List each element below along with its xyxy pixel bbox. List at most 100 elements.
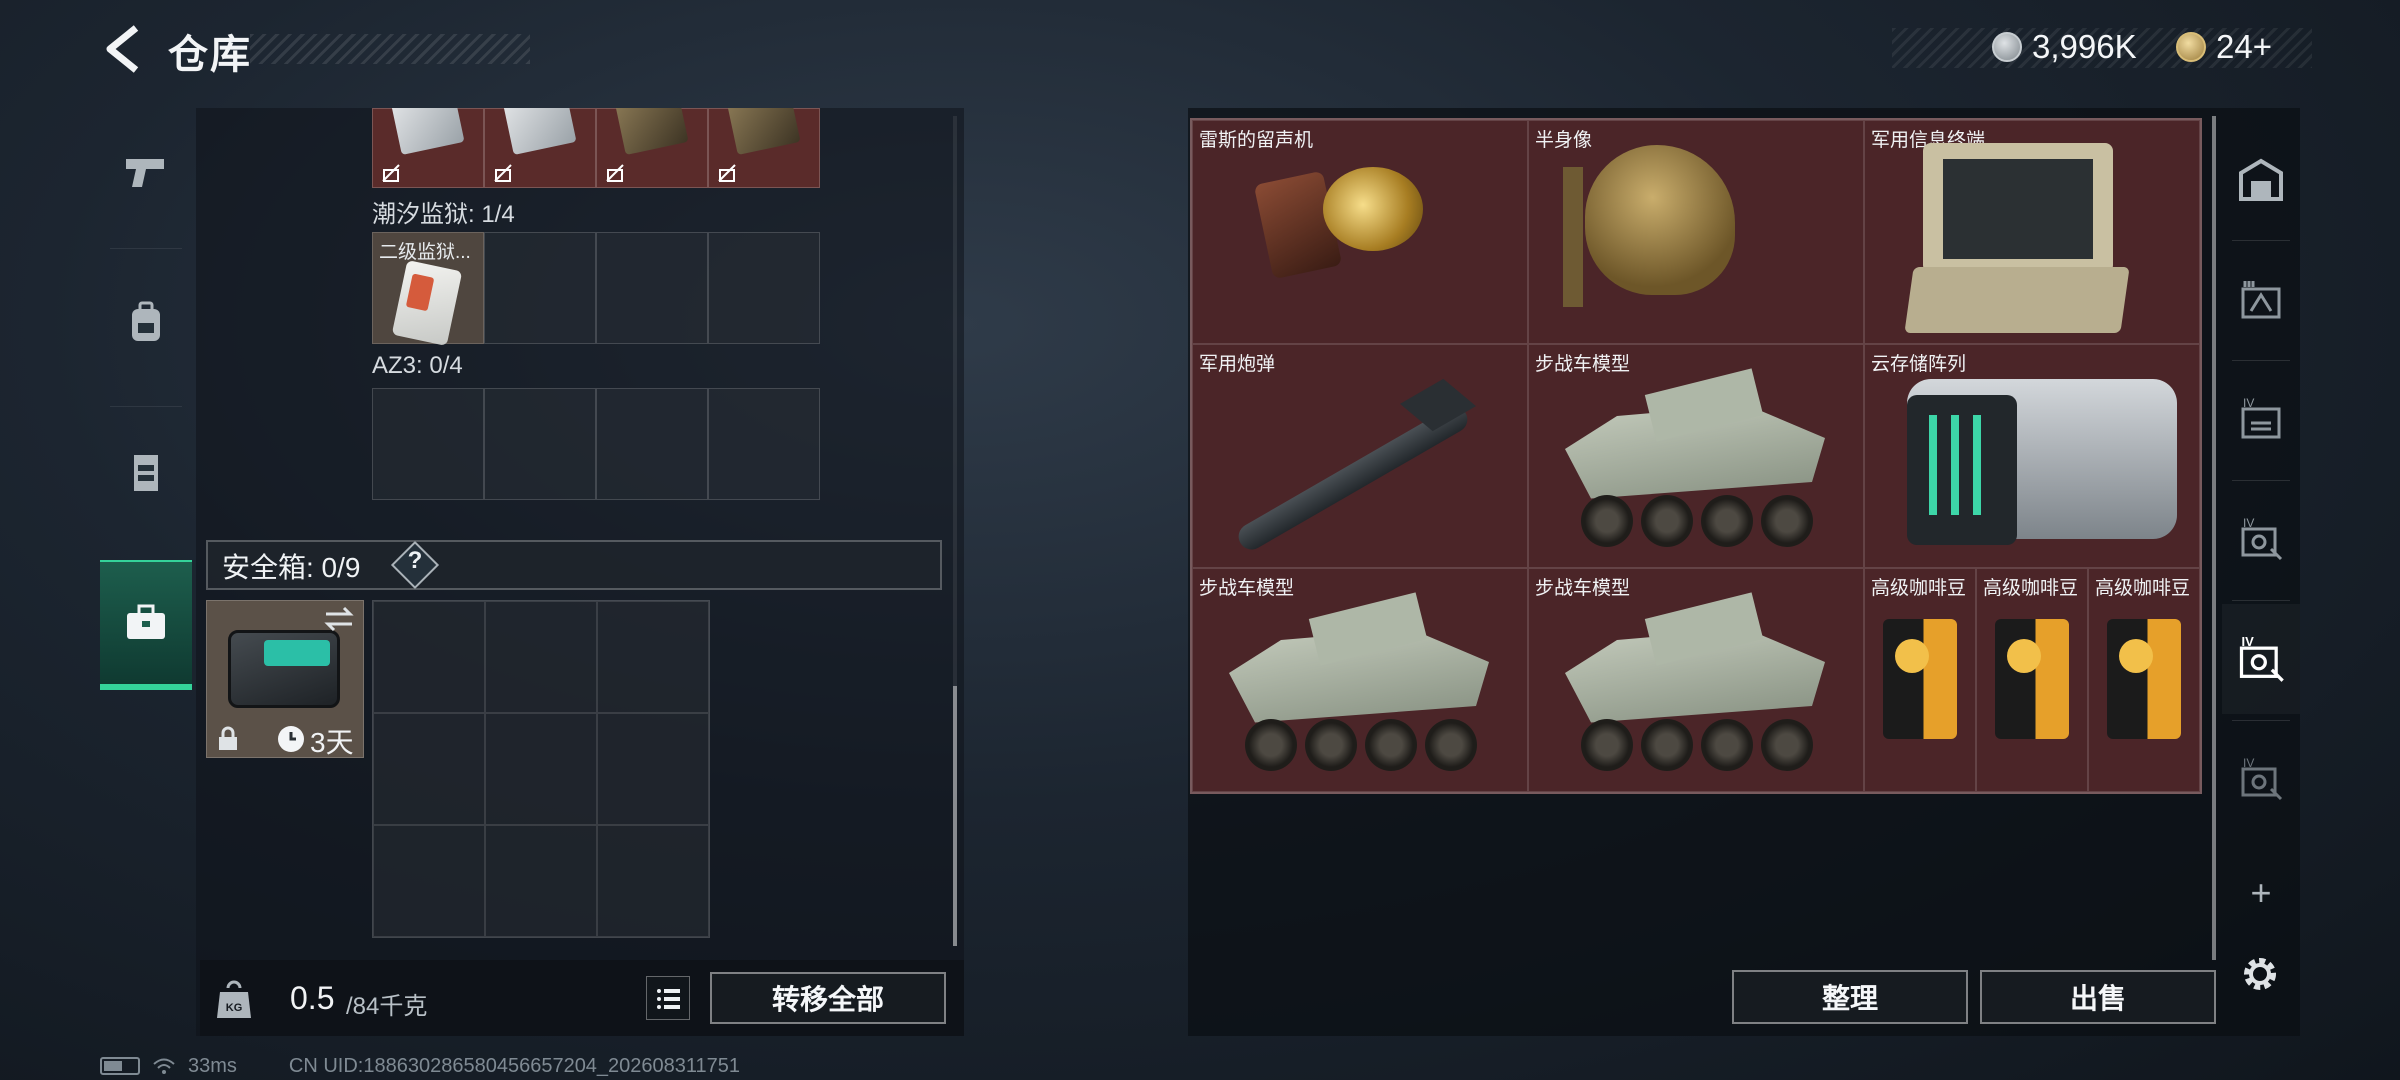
stash-item-bust[interactable]: 半身像 — [1528, 120, 1864, 344]
server-front — [1907, 395, 2017, 545]
gear-icon[interactable] — [2236, 950, 2284, 998]
stash-vault-icon — [2239, 158, 2283, 201]
gem-icon — [2176, 32, 2206, 62]
empty-slot[interactable] — [484, 232, 596, 344]
item-name: 高级咖啡豆 — [1871, 578, 1967, 599]
safebox-duration: 3天 — [310, 727, 354, 758]
title-stripe — [250, 34, 530, 64]
empty-slot[interactable] — [484, 388, 596, 500]
item-name: 步战车模型 — [1535, 578, 1631, 599]
ping: 33ms — [188, 1054, 237, 1077]
swap-icon[interactable] — [322, 606, 356, 632]
no-sell-icon — [382, 164, 400, 182]
item-name: 步战车模型 — [1535, 354, 1631, 375]
keycard-slot[interactable] — [372, 108, 484, 188]
stash-tab-3[interactable] — [2222, 244, 2300, 354]
item-name: 雷斯的留声机 — [1199, 130, 1314, 151]
gem-balance[interactable]: 24+ — [2216, 28, 2272, 66]
empty-slot[interactable] — [485, 825, 597, 937]
coin-balance: 3,996K — [2032, 28, 2137, 65]
svg-text:IV: IV — [2243, 756, 2254, 770]
empty-slot[interactable] — [708, 388, 820, 500]
battery-icon — [100, 1057, 140, 1075]
stash-item-ifv[interactable]: 步战车模型 — [1192, 568, 1528, 792]
stash-item-coffee[interactable]: 高级咖啡豆 — [1976, 568, 2088, 792]
list-view-button[interactable] — [646, 976, 690, 1020]
crate-4c-icon: IV — [2241, 756, 2283, 801]
stash-item-ifv[interactable]: 步战车模型 — [1528, 568, 1864, 792]
empty-slot[interactable] — [373, 601, 485, 713]
svg-text:IV: IV — [2243, 516, 2254, 530]
nav-weapons[interactable] — [100, 108, 192, 238]
svg-text:IV: IV — [2242, 634, 2255, 649]
scrollbar-thumb[interactable] — [953, 686, 957, 946]
card-icon — [501, 108, 577, 155]
keycard-icon — [391, 260, 463, 346]
az3-label: AZ3: 0/4 — [372, 352, 463, 379]
empty-slot[interactable] — [372, 388, 484, 500]
svg-text:KG: KG — [226, 1002, 243, 1014]
left-category-nav — [100, 108, 192, 718]
case-accent — [264, 640, 330, 666]
crate-4-icon: IV — [2241, 396, 2281, 439]
item-name: 半身像 — [1535, 130, 1593, 151]
no-sell-icon — [718, 164, 736, 182]
safebox-grid — [372, 600, 710, 938]
nav-vest[interactable] — [100, 408, 192, 538]
stash-tab-4[interactable]: IV — [2222, 364, 2300, 474]
terminal-base — [1904, 267, 2130, 333]
no-sell-icon — [494, 164, 512, 182]
keycard-slot[interactable] — [596, 108, 708, 188]
keycard-slot[interactable] — [484, 108, 596, 188]
coin-icon — [1992, 32, 2022, 62]
empty-slot[interactable] — [708, 232, 820, 344]
list-icon — [657, 989, 680, 1009]
clock-icon — [278, 726, 304, 752]
item-name: 云存储阵列 — [1871, 354, 1967, 375]
transfer-all-button[interactable]: 转移全部 — [710, 972, 946, 1024]
crate-4b-icon: IV — [2241, 516, 2283, 561]
empty-slot[interactable] — [373, 713, 485, 825]
keycard-slot[interactable] — [708, 108, 820, 188]
stash-item-phonograph[interactable]: 雷斯的留声机 — [1192, 120, 1528, 344]
coffee-label — [2007, 639, 2041, 673]
item-name: 军用炮弹 — [1199, 354, 1276, 375]
stash-item-ifv[interactable]: 步战车模型 — [1528, 344, 1864, 568]
stash-tab-4b[interactable]: IV — [2222, 484, 2300, 594]
sort-button[interactable]: 整理 — [1732, 970, 1968, 1024]
empty-slot[interactable] — [597, 601, 709, 713]
stash-tab-vault[interactable] — [2222, 124, 2300, 234]
stash-tab-4c[interactable]: IV — [2222, 724, 2300, 834]
tidal-prison-label: 潮汐监狱: 1/4 — [372, 201, 515, 228]
stash-scrollbar[interactable] — [2212, 116, 2216, 960]
stash-item-terminal[interactable]: 军用信息终端 — [1864, 120, 2200, 344]
stash-tab-4-active[interactable]: IV — [2222, 604, 2300, 714]
empty-slot[interactable] — [597, 825, 709, 937]
coffee-label — [2119, 639, 2153, 673]
add-stash-tab-button[interactable]: + — [2222, 872, 2300, 922]
back-arrow-icon[interactable] — [96, 22, 150, 76]
empty-slot[interactable] — [597, 713, 709, 825]
empty-slot[interactable] — [373, 825, 485, 937]
server-led — [1929, 415, 1937, 515]
empty-slot[interactable] — [596, 232, 708, 344]
coffee-bag-icon — [1883, 619, 1957, 739]
sell-button[interactable]: 出售 — [1980, 970, 2216, 1024]
lock-icon — [219, 726, 237, 750]
weight-current: 0.5 — [290, 980, 335, 1016]
empty-slot[interactable] — [485, 713, 597, 825]
nav-safebox[interactable] — [100, 560, 192, 690]
ifv-wheels — [1245, 719, 1495, 775]
stash-item-coffee[interactable]: 高级咖啡豆 — [2088, 568, 2200, 792]
user-uid: CN UID:188630286580456657204_20260831175… — [288, 1054, 741, 1077]
stash-item-storage-array[interactable]: 云存储阵列 — [1864, 344, 2200, 568]
coffee-bag-icon — [1995, 619, 2069, 739]
empty-slot[interactable] — [485, 601, 597, 713]
nav-backpack[interactable] — [100, 258, 192, 388]
empty-slot[interactable] — [596, 388, 708, 500]
help-mark[interactable]: ? — [404, 547, 426, 575]
keycard-slot-filled[interactable]: 二级监狱... — [372, 232, 484, 346]
stash-item-shell[interactable]: 军用炮弹 — [1192, 344, 1528, 568]
weight-max: /84千克 — [346, 993, 428, 1020]
stash-item-coffee[interactable]: 高级咖啡豆 — [1864, 568, 1976, 792]
